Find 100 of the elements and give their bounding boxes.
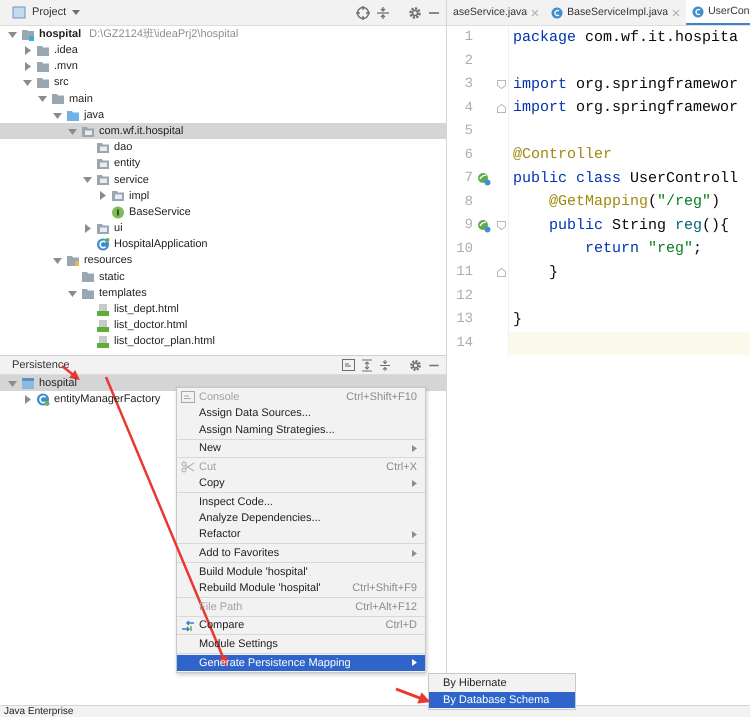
line-number: 6 — [464, 146, 473, 165]
tree-item[interactable]: list_dept.html — [0, 301, 446, 318]
expand-arrow-icon[interactable] — [38, 94, 47, 104]
tree-item[interactable]: HospitalApplication — [0, 236, 446, 253]
fold-marker-icon[interactable] — [496, 268, 506, 278]
line-number: 5 — [464, 122, 473, 142]
close-icon[interactable] — [672, 8, 680, 16]
line-number: 11 — [455, 263, 473, 282]
expand-arrow-icon[interactable] — [23, 78, 32, 88]
fold-marker-icon[interactable] — [496, 104, 506, 113]
locate-icon[interactable] — [356, 6, 370, 20]
tree-item[interactable]: service — [0, 172, 446, 188]
tree-item[interactable]: list_doctor_plan.html — [0, 334, 446, 350]
status-bar-label: Java Enterprise — [0, 705, 750, 717]
editor-tab[interactable]: UserCon — [686, 0, 750, 25]
tree-item[interactable]: dao — [0, 139, 446, 156]
panel-title[interactable]: Project — [32, 4, 66, 21]
menu-item[interactable]: By Hibernate — [429, 675, 575, 692]
tree-item[interactable]: list_doctor.html — [0, 317, 446, 334]
compare-arrows-icon — [181, 620, 195, 632]
code-line: import org.springframewor — [512, 98, 738, 118]
collapse-arrow-icon[interactable] — [98, 191, 107, 200]
expand-arrow-icon[interactable] — [83, 175, 92, 184]
tree-item[interactable]: entity — [0, 156, 446, 172]
tree-item[interactable]: main — [0, 90, 446, 107]
tree-item[interactable]: templates — [0, 285, 446, 302]
expand-arrow-icon[interactable] — [53, 256, 62, 266]
annotation-arrow — [395, 688, 431, 704]
folder-icon — [96, 222, 110, 235]
editor-tab[interactable]: aseService.java — [447, 0, 546, 25]
settings-icon[interactable] — [409, 358, 422, 372]
line-number: 12 — [455, 286, 473, 306]
editor-tab[interactable]: BaseServiceImpl.java — [545, 0, 686, 25]
line-number: 10 — [455, 240, 473, 259]
menu-item[interactable]: Rebuild Module 'hospital' Ctrl+Shift+F9 — [177, 580, 425, 596]
fold-marker-icon[interactable] — [496, 221, 506, 230]
line-number: 4 — [464, 98, 473, 118]
folder-icon — [66, 254, 80, 268]
collapse-arrow-icon[interactable] — [23, 62, 32, 71]
tree-item[interactable]: .mvn — [0, 58, 446, 75]
menu-item[interactable]: Refactor — [177, 526, 425, 543]
class-icon — [692, 6, 704, 18]
code-line: import org.springframewor — [512, 74, 738, 94]
menu-item[interactable]: Assign Naming Strategies... — [177, 422, 425, 438]
module-path: D:\GZ2124班\ideaPrj2\hospital — [89, 26, 238, 42]
bean-icon[interactable] — [477, 218, 491, 233]
menu-item[interactable]: New — [177, 440, 425, 457]
expand-arrow-icon[interactable] — [68, 126, 77, 136]
line-number: 14 — [455, 334, 473, 353]
tree-item[interactable]: ui — [0, 220, 446, 236]
tree-item[interactable]: .idea — [0, 42, 446, 58]
code-line: } — [512, 310, 522, 330]
dropdown-caret-icon[interactable] — [72, 10, 80, 15]
persistence-unit-icon — [21, 376, 35, 390]
line-number: 9 — [464, 216, 473, 236]
folder-icon — [36, 76, 50, 90]
tree-item[interactable]: java — [0, 106, 446, 124]
tree-item[interactable]: hospital D:\GZ2124班\ideaPrj2\hospital — [0, 26, 446, 42]
line-number: 7 — [464, 169, 473, 188]
shortcut-label: Ctrl+X — [386, 460, 417, 475]
tree-item[interactable]: impl — [0, 188, 446, 204]
folder-icon — [81, 270, 95, 284]
html-file-icon — [96, 318, 110, 332]
panel-title: Persistence — [12, 358, 70, 373]
shortcut-label: Ctrl+Shift+F9 — [352, 581, 417, 596]
expand-arrow-icon[interactable] — [53, 110, 62, 120]
collapse-arrow-icon[interactable] — [23, 46, 32, 55]
line-number: 8 — [464, 192, 473, 212]
console-icon[interactable] — [342, 359, 355, 371]
fold-marker-icon[interactable] — [496, 80, 506, 90]
tree-item[interactable]: com.wf.it.hospital — [0, 123, 446, 140]
folder-icon — [36, 44, 50, 57]
expand-arrow-icon[interactable] — [68, 288, 77, 298]
tree-item[interactable]: resources — [0, 252, 446, 269]
panel-icon — [12, 6, 26, 19]
tree-item[interactable]: BaseService — [0, 204, 446, 220]
code-line: package com.wf.it.hospita — [512, 28, 738, 48]
html-file-icon — [96, 302, 110, 316]
menu-item[interactable]: By Database Schema — [429, 692, 575, 708]
folder-icon — [111, 189, 125, 202]
menu-item[interactable]: Analyze Dependencies... — [177, 510, 425, 526]
collapse-all-icon[interactable] — [376, 6, 390, 20]
menu-item[interactable]: Add to Favorites — [177, 545, 425, 562]
class-icon — [96, 238, 110, 252]
collapse-arrow-icon[interactable] — [23, 394, 32, 404]
collapse-all-icon[interactable] — [379, 358, 391, 372]
expand-arrow-icon[interactable] — [8, 30, 17, 39]
menu-item[interactable]: Copy — [177, 475, 425, 492]
code-line: public class UserControll — [512, 168, 738, 188]
bean-icon[interactable] — [477, 172, 491, 186]
menu-item[interactable]: Inspect Code... — [177, 494, 425, 510]
expand-arrow-icon[interactable] — [8, 378, 17, 388]
settings-icon[interactable] — [408, 6, 422, 20]
close-icon[interactable] — [531, 8, 540, 16]
collapse-arrow-icon[interactable] — [83, 224, 92, 233]
menu-item[interactable]: Build Module 'hospital' — [177, 564, 425, 580]
menu-item[interactable]: Assign Data Sources... — [177, 405, 425, 422]
expand-all-icon[interactable] — [361, 358, 373, 372]
tree-item[interactable]: src — [0, 74, 446, 91]
tree-item[interactable]: static — [0, 268, 446, 285]
